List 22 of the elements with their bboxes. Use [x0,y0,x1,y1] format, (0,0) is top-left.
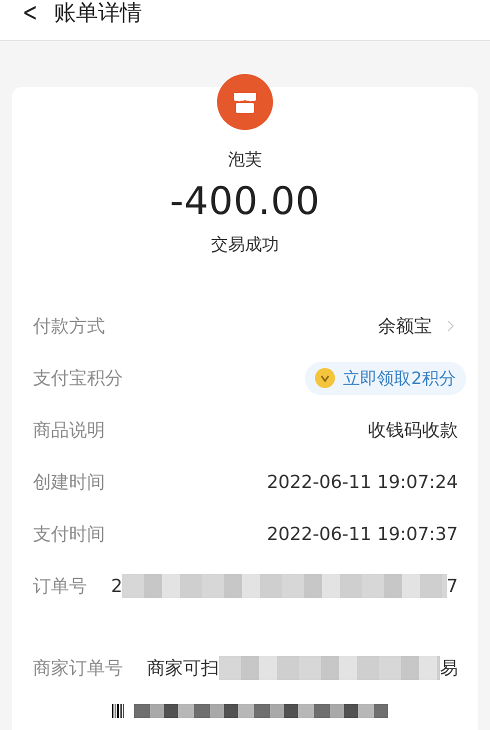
field-label: 订单号 [33,575,87,598]
field-value: 商家可扫 [147,657,219,680]
field-value: 2022-06-11 19:07:24 [266,472,458,492]
payment-method-link[interactable]: 余额宝 [378,314,432,338]
field-value: 2 [111,576,122,596]
field-value: 易 [440,657,458,680]
amount: -400.00 [170,179,320,223]
merchant-name: 泡芙 [228,149,262,171]
coin-icon [315,368,336,388]
field-value: 收钱码收款 [368,419,458,442]
field-label: 商品说明 [33,419,105,442]
field-label: 支付时间 [33,523,105,546]
field-label: 商家订单号 [33,657,123,680]
transaction-status: 交易成功 [211,234,279,256]
field-value: 7 [446,576,458,596]
field-value: 2022-06-11 19:07:37 [266,524,458,544]
field-label: 创建时间 [33,471,105,494]
back-button[interactable]: < [22,0,38,28]
page-title: 账单详情 [54,0,142,28]
field-label: 支付宝积分 [33,367,123,390]
claim-points-button[interactable]: 立即领取2积分 [305,362,466,394]
field-label: 付款方式 [33,315,105,338]
